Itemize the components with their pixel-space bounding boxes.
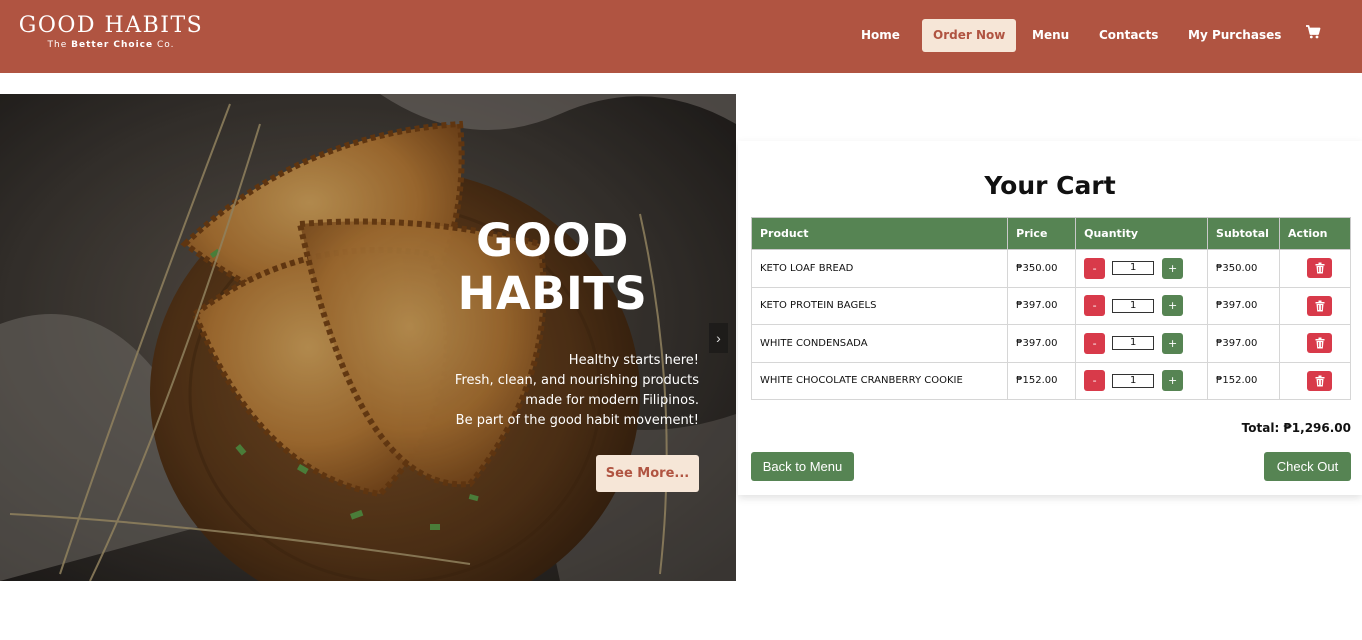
column-header-product: Product: [750, 217, 1009, 250]
trash-icon: [1315, 337, 1325, 349]
table-row: KETO PROTEIN BAGELS ₱397.00 - 1 + ₱397.0…: [750, 286, 1351, 325]
table-row: WHITE CHOCOLATE CRANBERRY COOKIE ₱152.00…: [750, 361, 1351, 400]
nav-contacts[interactable]: Contacts: [1099, 19, 1158, 52]
product-name: KETO LOAF BREAD: [750, 249, 1009, 288]
nav-home[interactable]: Home: [861, 19, 900, 52]
delete-item-button[interactable]: [1307, 333, 1333, 354]
trash-icon: [1315, 375, 1325, 387]
see-more-button[interactable]: See More...: [596, 455, 699, 492]
cart-panel: Your Cart Product Price Quantity Subtota…: [738, 141, 1362, 495]
table-row: KETO LOAF BREAD ₱350.00 - 1 + ₱350.00: [750, 249, 1351, 288]
nav-menu[interactable]: Menu: [1032, 19, 1069, 52]
cart-table: Product Price Quantity Subtotal Action K…: [750, 217, 1351, 400]
delete-item-button[interactable]: [1307, 258, 1333, 279]
product-price: ₱350.00: [1007, 249, 1077, 288]
decrease-quantity-button[interactable]: -: [1084, 295, 1106, 317]
table-row: WHITE CONDENSADA ₱397.00 - 1 + ₱397.00: [750, 324, 1351, 363]
column-header-action: Action: [1279, 217, 1351, 250]
column-header-subtotal: Subtotal: [1207, 217, 1281, 250]
trash-icon: [1315, 300, 1325, 312]
cart-total: Total: ₱1,296.00: [1241, 421, 1351, 435]
cart-table-header: Product Price Quantity Subtotal Action: [750, 217, 1351, 250]
product-price: ₱152.00: [1007, 361, 1077, 400]
brand-logo[interactable]: GOOD HABITS The Better Choice Co.: [16, 13, 206, 50]
brand-name: GOOD HABITS: [18, 13, 204, 38]
decrease-quantity-button[interactable]: -: [1084, 332, 1106, 354]
column-header-quantity: Quantity: [1075, 217, 1209, 250]
hero-title: GOOD HABITS: [457, 214, 648, 320]
column-header-price: Price: [1007, 217, 1077, 250]
increase-quantity-button[interactable]: +: [1162, 295, 1184, 317]
decrease-quantity-button[interactable]: -: [1084, 257, 1106, 279]
product-subtotal: ₱350.00: [1207, 249, 1281, 288]
trash-icon: [1315, 262, 1325, 274]
increase-quantity-button[interactable]: +: [1162, 370, 1184, 392]
product-price: ₱397.00: [1007, 324, 1077, 363]
quantity-input[interactable]: 1: [1112, 261, 1155, 276]
hero-background-image: [0, 94, 736, 581]
nav-order-now[interactable]: Order Now: [922, 19, 1017, 52]
increase-quantity-button[interactable]: +: [1162, 332, 1184, 354]
product-price: ₱397.00: [1007, 286, 1077, 325]
brand-tagline: The Better Choice Co.: [47, 40, 175, 50]
checkout-button[interactable]: Check Out: [1264, 452, 1351, 481]
product-name: WHITE CONDENSADA: [750, 324, 1009, 363]
cart-title: Your Cart: [984, 171, 1116, 200]
navbar: GOOD HABITS The Better Choice Co. Home O…: [0, 0, 1362, 73]
back-to-menu-button[interactable]: Back to Menu: [751, 452, 854, 481]
hero-description: Healthy starts here! Fresh, clean, and n…: [454, 353, 699, 428]
product-subtotal: ₱152.00: [1207, 361, 1281, 400]
product-subtotal: ₱397.00: [1207, 286, 1281, 325]
carousel-next-arrow-icon[interactable]: ›: [709, 323, 728, 353]
hero-banner: GOOD HABITS Healthy starts here! Fresh, …: [0, 94, 736, 581]
quantity-input[interactable]: 1: [1112, 373, 1155, 388]
product-name: WHITE CHOCOLATE CRANBERRY COOKIE: [750, 361, 1009, 400]
shopping-cart-icon[interactable]: [1305, 24, 1321, 40]
nav-my-purchases[interactable]: My Purchases: [1188, 19, 1281, 52]
increase-quantity-button[interactable]: +: [1162, 257, 1184, 279]
delete-item-button[interactable]: [1307, 370, 1333, 391]
decrease-quantity-button[interactable]: -: [1084, 370, 1106, 392]
product-subtotal: ₱397.00: [1207, 324, 1281, 363]
quantity-input[interactable]: 1: [1112, 298, 1155, 313]
product-name: KETO PROTEIN BAGELS: [750, 286, 1009, 325]
quantity-input[interactable]: 1: [1112, 336, 1155, 351]
delete-item-button[interactable]: [1307, 295, 1333, 316]
